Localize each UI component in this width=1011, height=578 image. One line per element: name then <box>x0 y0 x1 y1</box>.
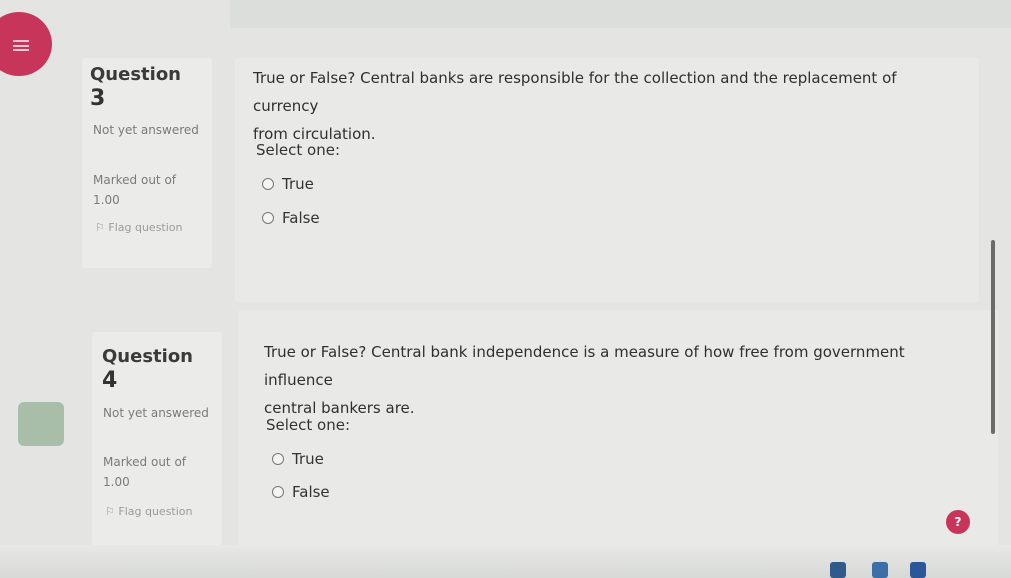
question-number: 4 <box>102 368 118 393</box>
option-label: True <box>282 175 314 193</box>
hamburger-menu-icon <box>13 40 29 51</box>
taskbar-app-icon[interactable] <box>910 562 926 578</box>
taskbar-app-icon[interactable] <box>872 562 888 578</box>
answer-option-true[interactable]: True <box>272 450 324 468</box>
select-one-prompt: Select one: <box>266 416 351 434</box>
radio-button[interactable] <box>262 178 274 190</box>
question-label: Question <box>90 64 181 85</box>
flag-question-link[interactable]: ⚐ Flag question <box>105 502 215 522</box>
question-label: Question <box>102 346 193 367</box>
question-grade: Marked out of 1.00 <box>93 173 177 207</box>
question-text-line: True or False? Central banks are respons… <box>253 69 897 115</box>
answer-option-false[interactable]: False <box>262 209 320 227</box>
question-status: Not yet answered <box>103 406 209 420</box>
answer-option-true[interactable]: True <box>262 175 314 193</box>
question-text: True or False? Central bank independence… <box>264 338 964 422</box>
question-text-line: from circulation. <box>253 125 376 143</box>
question-text: True or False? Central banks are respons… <box>253 64 953 148</box>
option-label: False <box>282 209 320 227</box>
question-text-line: central bankers are. <box>264 399 415 417</box>
radio-button[interactable] <box>262 212 274 224</box>
question-status: Not yet answered <box>93 123 199 137</box>
scrollbar[interactable] <box>991 240 995 434</box>
question-grade: Marked out of 1.00 <box>103 455 187 489</box>
radio-button[interactable] <box>272 486 284 498</box>
taskbar-app-icon[interactable] <box>830 562 846 578</box>
flag-question-link[interactable]: ⚐ Flag question <box>95 218 205 238</box>
option-label: False <box>292 483 330 501</box>
navigation-badge[interactable] <box>18 402 64 446</box>
top-navbar <box>230 0 1011 28</box>
question-number: 3 <box>90 86 106 111</box>
taskbar <box>0 545 1011 578</box>
select-one-prompt: Select one: <box>256 141 341 159</box>
flag-icon: ⚐ <box>105 505 115 518</box>
option-label: True <box>292 450 324 468</box>
radio-button[interactable] <box>272 453 284 465</box>
help-icon: ? <box>954 515 962 529</box>
question-text-line: True or False? Central bank independence… <box>264 343 905 389</box>
drawer-toggle-button[interactable] <box>0 12 52 76</box>
help-button[interactable]: ? <box>946 510 970 534</box>
answer-option-false[interactable]: False <box>272 483 330 501</box>
flag-icon: ⚐ <box>95 221 105 234</box>
